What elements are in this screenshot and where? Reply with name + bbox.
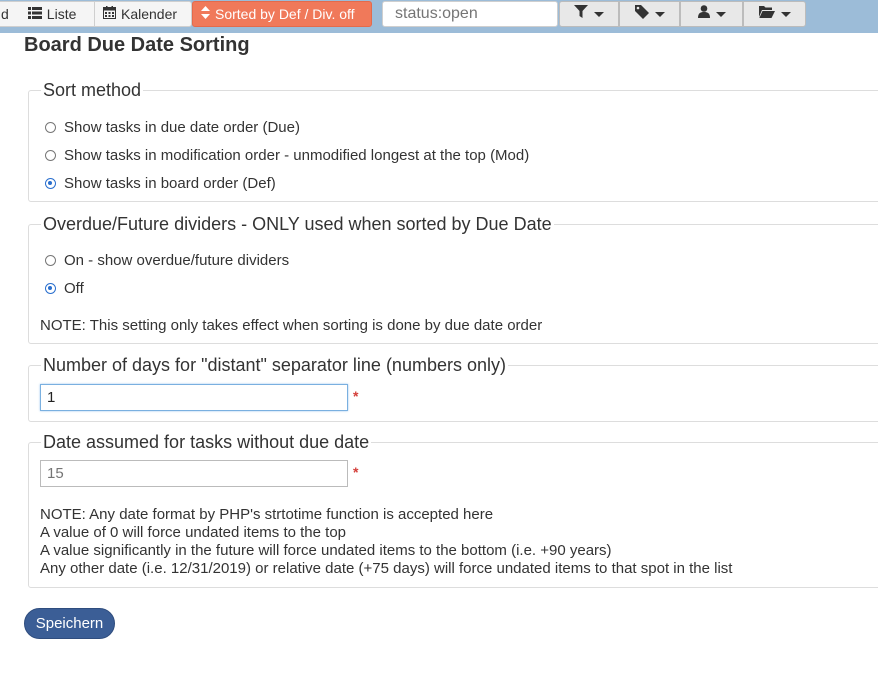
- view-button-board-label: d: [1, 6, 9, 22]
- required-marker: *: [353, 464, 359, 480]
- filter-dropdown[interactable]: [559, 1, 619, 27]
- undated-note-4: Any other date (i.e. 12/31/2019) or rela…: [40, 560, 733, 577]
- tag-icon: [634, 4, 649, 24]
- sort-option-def-label: Show tasks in board order (Def): [64, 175, 276, 192]
- folder-open-icon: [758, 5, 775, 23]
- distant-days-legend: Number of days for "distant" separator l…: [41, 354, 508, 376]
- user-icon: [697, 5, 710, 23]
- radio-button-checked[interactable]: [45, 283, 56, 294]
- view-button-kalender-label: Kalender: [121, 6, 178, 22]
- sort-option-due[interactable]: Show tasks in due date order (Due): [45, 119, 300, 136]
- chevron-down-icon: [780, 11, 791, 17]
- sort-method-group: Sort method Show tasks in due date order…: [28, 79, 878, 202]
- dividers-option-off-label: Off: [64, 280, 84, 297]
- tag-dropdown[interactable]: [619, 1, 680, 27]
- undated-date-legend: Date assumed for tasks without due date: [41, 431, 372, 453]
- sort-toggle-label: Sorted by Def / Div. off: [215, 6, 355, 22]
- view-button-kalender[interactable]: Kalender: [94, 1, 192, 27]
- sort-method-legend: Sort method: [41, 79, 144, 101]
- search-input[interactable]: [382, 1, 558, 27]
- sort-option-mod-label: Show tasks in modification order - unmod…: [64, 147, 530, 164]
- radio-button-checked[interactable]: [45, 178, 56, 189]
- undated-date-group: Date assumed for tasks without due date …: [28, 431, 878, 588]
- undated-note-3: A value significantly in the future will…: [40, 542, 612, 559]
- chevron-down-icon: [654, 11, 665, 17]
- user-dropdown[interactable]: [680, 1, 743, 27]
- project-dropdown[interactable]: [743, 1, 806, 27]
- radio-button[interactable]: [45, 255, 56, 266]
- sort-toggle-button[interactable]: Sorted by Def / Div. off: [192, 1, 372, 27]
- radio-button[interactable]: [45, 122, 56, 133]
- undated-date-input[interactable]: [40, 460, 348, 487]
- distant-days-group: Number of days for "distant" separator l…: [28, 354, 878, 422]
- sort-option-def[interactable]: Show tasks in board order (Def): [45, 175, 276, 192]
- dividers-option-on-label: On - show overdue/future dividers: [64, 252, 290, 269]
- sort-option-due-label: Show tasks in due date order (Due): [64, 119, 300, 136]
- page-title: Board Due Date Sorting: [24, 34, 250, 56]
- calendar-icon: [103, 2, 116, 26]
- chevron-down-icon: [715, 11, 726, 17]
- chevron-down-icon: [594, 11, 604, 17]
- top-toolbar: d Liste Kalender Sorted by Def / Div. of…: [0, 0, 878, 33]
- view-button-board[interactable]: d Liste: [0, 1, 94, 27]
- undated-note-1: NOTE: Any date format by PHP's strtotime…: [40, 506, 494, 523]
- required-marker: *: [353, 388, 359, 404]
- dividers-note: NOTE: This setting only takes effect whe…: [40, 317, 543, 334]
- list-icon: [27, 2, 42, 26]
- dividers-legend: Overdue/Future dividers - ONLY used when…: [41, 213, 554, 235]
- filter-icon: [574, 5, 588, 23]
- radio-button[interactable]: [45, 150, 56, 161]
- dividers-option-on[interactable]: On - show overdue/future dividers: [45, 252, 289, 269]
- sort-option-mod[interactable]: Show tasks in modification order - unmod…: [45, 147, 529, 164]
- view-button-liste-label[interactable]: Liste: [47, 2, 77, 26]
- save-button[interactable]: Speichern: [24, 608, 115, 639]
- undated-note-2: A value of 0 will force undated items to…: [40, 524, 347, 541]
- dividers-option-off[interactable]: Off: [45, 280, 84, 297]
- distant-days-input[interactable]: [40, 384, 348, 411]
- dividers-group: Overdue/Future dividers - ONLY used when…: [28, 213, 878, 344]
- sort-icon: [201, 2, 210, 26]
